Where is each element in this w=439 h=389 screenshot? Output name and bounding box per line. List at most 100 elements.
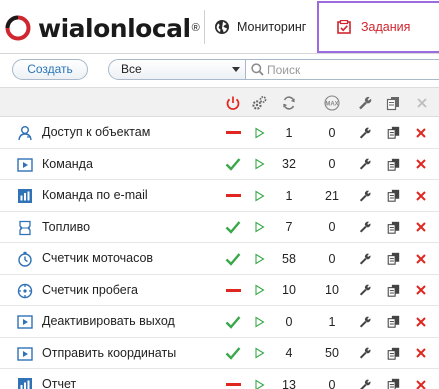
wrench-icon[interactable]: [354, 275, 376, 306]
search-box[interactable]: [245, 59, 439, 80]
engine-hours-icon: [17, 251, 33, 267]
execution-count: 4: [285, 346, 293, 360]
table-row[interactable]: Команда 32 0: [0, 148, 439, 180]
copy-icon[interactable]: [382, 338, 404, 369]
table-row[interactable]: Отправить координаты 4 50: [0, 337, 439, 369]
top-bar: wialonlocal ® Мониторинг Задания: [0, 0, 439, 54]
app-logo[interactable]: wialonlocal ®: [4, 12, 200, 44]
close-icon[interactable]: [414, 95, 430, 111]
wrench-icon[interactable]: [354, 180, 376, 211]
delete-icon[interactable]: [410, 338, 432, 369]
execution-count: 13: [282, 377, 296, 389]
delete-icon[interactable]: [410, 243, 432, 274]
run-icon[interactable]: [248, 212, 270, 243]
task-name[interactable]: Деактивировать выход: [42, 306, 175, 337]
copy-icon[interactable]: [385, 95, 401, 111]
nav-tasks-active[interactable]: Задания: [317, 1, 439, 53]
gears-icon[interactable]: [251, 95, 267, 111]
max-executions: 0: [328, 251, 336, 266]
copy-icon[interactable]: [382, 243, 404, 274]
copy-icon[interactable]: [382, 212, 404, 243]
run-icon[interactable]: [248, 180, 270, 211]
run-icon[interactable]: [248, 306, 270, 337]
report-icon: [17, 377, 33, 389]
run-icon[interactable]: [248, 117, 270, 148]
copy-icon[interactable]: [382, 275, 404, 306]
disabled-dash-icon[interactable]: [222, 369, 244, 389]
max-executions: 10: [325, 283, 339, 297]
task-name[interactable]: Отправить координаты: [42, 338, 176, 369]
disabled-dash-icon[interactable]: [222, 180, 244, 211]
table-header: MAX: [0, 87, 439, 117]
delete-icon[interactable]: [410, 212, 432, 243]
execution-count: 10: [282, 283, 296, 297]
enabled-check-icon[interactable]: [222, 306, 244, 337]
nav-monitoring-label: Мониторинг: [237, 20, 307, 34]
wialon-logo-icon: [5, 15, 31, 41]
delete-icon[interactable]: [410, 117, 432, 148]
command-icon: [17, 157, 33, 173]
wrench-icon[interactable]: [354, 212, 376, 243]
delete-icon[interactable]: [410, 180, 432, 211]
tasks-list: Доступ к объектам 1 0 Команда 32 0 Команда по …: [0, 117, 439, 389]
wrench-icon[interactable]: [354, 243, 376, 274]
copy-icon[interactable]: [382, 306, 404, 337]
search-icon: [251, 63, 264, 76]
delete-icon[interactable]: [410, 275, 432, 306]
max-executions: 1: [328, 314, 336, 329]
table-row[interactable]: Команда по e-mail 1 21: [0, 180, 439, 212]
copy-icon[interactable]: [382, 117, 404, 148]
logo-wordmark: wialonlocal: [38, 13, 191, 43]
wrench-icon[interactable]: [354, 149, 376, 180]
task-name[interactable]: Команда: [42, 149, 93, 180]
disabled-dash-icon[interactable]: [222, 117, 244, 148]
chevron-down-icon: [232, 67, 240, 72]
create-button[interactable]: Создать: [12, 59, 88, 80]
wrench-icon[interactable]: [354, 369, 376, 389]
delete-icon[interactable]: [410, 306, 432, 337]
copy-icon[interactable]: [382, 180, 404, 211]
copy-icon[interactable]: [382, 149, 404, 180]
table-row[interactable]: Счетчик моточасов 58 0: [0, 243, 439, 275]
max-executions: 21: [325, 188, 339, 203]
filter-dropdown[interactable]: Все: [108, 59, 246, 80]
task-name[interactable]: Отчет: [42, 369, 76, 389]
task-name[interactable]: Топливо: [42, 212, 90, 243]
search-input[interactable]: [267, 61, 435, 78]
execution-count: 1: [285, 188, 293, 203]
run-icon[interactable]: [248, 275, 270, 306]
wrench-icon[interactable]: [357, 95, 373, 111]
enabled-check-icon[interactable]: [222, 149, 244, 180]
repeat-icon[interactable]: [281, 95, 297, 111]
disabled-dash-icon[interactable]: [222, 275, 244, 306]
delete-icon[interactable]: [410, 369, 432, 389]
tasks-table: MAX Доступ к объектам 1 0 Команда 32 0 Команда…: [0, 87, 439, 389]
max-icon[interactable]: MAX: [323, 95, 341, 111]
task-name[interactable]: Счетчик моточасов: [42, 243, 153, 274]
run-icon[interactable]: [248, 338, 270, 369]
enabled-check-icon[interactable]: [222, 338, 244, 369]
table-row[interactable]: Топливо 7 0: [0, 211, 439, 243]
power-icon[interactable]: [225, 95, 241, 111]
globe-icon: [215, 20, 229, 34]
wrench-icon[interactable]: [354, 306, 376, 337]
wrench-icon[interactable]: [354, 117, 376, 148]
nav-monitoring[interactable]: Мониторинг: [214, 0, 314, 54]
run-icon[interactable]: [248, 243, 270, 274]
delete-icon[interactable]: [410, 149, 432, 180]
tasks-checkbox-icon: [337, 20, 351, 34]
table-row[interactable]: Доступ к объектам 1 0: [0, 117, 439, 149]
task-name[interactable]: Счетчик пробега: [42, 275, 138, 306]
run-icon[interactable]: [248, 149, 270, 180]
table-row[interactable]: Отчет 13 0: [0, 369, 439, 389]
wrench-icon[interactable]: [354, 338, 376, 369]
max-executions: 0: [328, 220, 336, 234]
enabled-check-icon[interactable]: [222, 212, 244, 243]
enabled-check-icon[interactable]: [222, 243, 244, 274]
table-row[interactable]: Деактивировать выход 0 1: [0, 306, 439, 338]
run-icon[interactable]: [248, 369, 270, 389]
task-name[interactable]: Доступ к объектам: [42, 117, 150, 148]
copy-icon[interactable]: [382, 369, 404, 389]
task-name[interactable]: Команда по e-mail: [42, 180, 148, 211]
table-row[interactable]: Счетчик пробега 10 10: [0, 274, 439, 306]
